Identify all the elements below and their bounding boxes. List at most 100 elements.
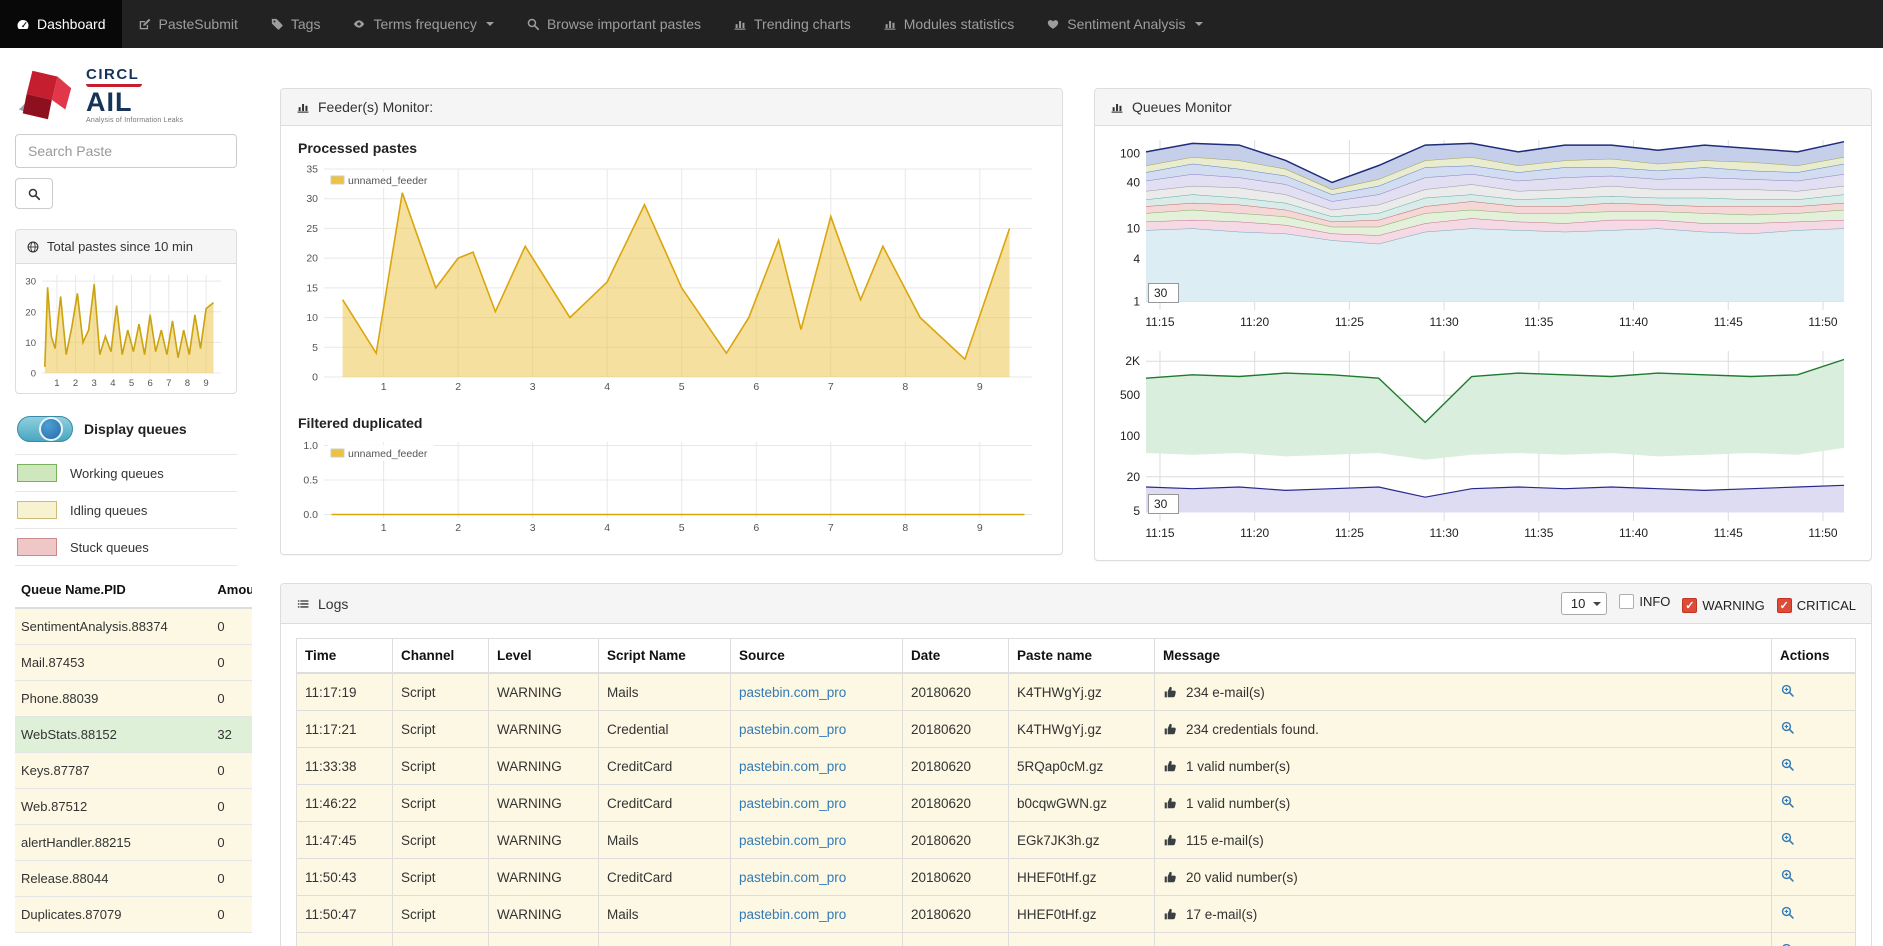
log-message-cell: 1 valid number(s) bbox=[1155, 748, 1772, 785]
log-date: 20180620 bbox=[903, 673, 1009, 711]
show-paste-button[interactable] bbox=[1780, 797, 1795, 812]
list-icon bbox=[296, 597, 310, 611]
log-level: WARNING bbox=[489, 933, 599, 946]
svg-text:9: 9 bbox=[977, 381, 983, 393]
processed-pastes-chart: 05101520253035123456789unnamed_feeder bbox=[296, 161, 1044, 399]
nav-item-label: Browse important pastes bbox=[547, 16, 701, 32]
show-paste-button[interactable] bbox=[1780, 686, 1795, 701]
log-level: WARNING bbox=[489, 859, 599, 896]
ail-logo[interactable]: CIRCL AIL Analysis of Information Leaks bbox=[15, 58, 237, 126]
svg-text:6: 6 bbox=[753, 381, 759, 393]
svg-text:3: 3 bbox=[530, 522, 536, 534]
svg-text:0.0: 0.0 bbox=[303, 509, 318, 521]
log-source: pastebin.com_pro bbox=[731, 933, 903, 946]
svg-text:11:20: 11:20 bbox=[1240, 526, 1269, 540]
svg-text:11:50: 11:50 bbox=[1808, 315, 1837, 329]
log-message-text: 20 valid number(s) bbox=[1186, 870, 1298, 885]
queue-name: Release.88044 bbox=[15, 861, 211, 897]
queue-name: Keys.87787 bbox=[15, 753, 211, 789]
queues-top-chart[interactable]: 10040104111:1511:2011:2511:3011:3511:401… bbox=[1110, 136, 1854, 334]
show-paste-button[interactable] bbox=[1780, 760, 1795, 775]
filter-label: CRITICAL bbox=[1797, 598, 1856, 613]
nav-item-dashboard[interactable]: Dashboard bbox=[0, 0, 122, 48]
bar-chart-icon bbox=[733, 17, 747, 31]
roll-period-input[interactable]: 30 bbox=[1148, 283, 1179, 303]
show-paste-button[interactable] bbox=[1780, 908, 1795, 923]
log-source-link[interactable]: pastebin.com_pro bbox=[739, 796, 846, 811]
log-source: pastebin.com_pro bbox=[731, 673, 903, 711]
svg-text:40: 40 bbox=[1127, 176, 1141, 190]
svg-text:1.0: 1.0 bbox=[303, 440, 318, 452]
queue-row: SentimentAnalysis.883740 bbox=[15, 608, 252, 645]
nav-item-browse-important-pastes[interactable]: Browse important pastes bbox=[510, 0, 717, 48]
queues-bottom-chart[interactable]: 2K50010020511:1511:2011:2511:3011:3511:4… bbox=[1110, 347, 1854, 545]
queue-row: WebStats.8815232 bbox=[15, 717, 252, 753]
log-message: 20 valid number(s) bbox=[1163, 870, 1763, 885]
log-date: 20180620 bbox=[903, 859, 1009, 896]
svg-text:11:30: 11:30 bbox=[1430, 526, 1459, 540]
log-actions bbox=[1772, 933, 1856, 946]
svg-text:11:25: 11:25 bbox=[1335, 526, 1364, 540]
show-paste-button[interactable] bbox=[1780, 871, 1795, 886]
nav-item-pastesubmit[interactable]: PasteSubmit bbox=[122, 0, 254, 48]
feeders-monitor-title: Feeder(s) Monitor: bbox=[318, 99, 433, 115]
logs-controls: 10 INFOWARNINGCRITICAL bbox=[1561, 592, 1856, 615]
log-message-text: 115 e-mail(s) bbox=[1186, 833, 1264, 848]
legend-label: Stuck queues bbox=[70, 540, 149, 555]
nav-item-tags[interactable]: Tags bbox=[254, 0, 337, 48]
checkbox-warning[interactable] bbox=[1682, 598, 1697, 613]
log-source-link[interactable]: pastebin.com_pro bbox=[739, 685, 846, 700]
log-source-link[interactable]: pastebin.com_pro bbox=[739, 907, 846, 922]
search-plus-icon bbox=[1780, 683, 1795, 698]
nav-item-trending-charts[interactable]: Trending charts bbox=[717, 0, 867, 48]
checkbox-info[interactable] bbox=[1619, 594, 1634, 609]
queues-chart-top-wrap: 10040104111:1511:2011:2511:3011:3511:401… bbox=[1110, 136, 1856, 337]
queue-amount: 0 bbox=[211, 789, 252, 825]
svg-text:5: 5 bbox=[312, 342, 318, 354]
svg-text:5: 5 bbox=[129, 378, 134, 388]
queue-amount: 0 bbox=[211, 897, 252, 933]
queue-amount: 0 bbox=[211, 861, 252, 897]
log-date: 20180620 bbox=[903, 896, 1009, 933]
nav-item-sentiment-analysis[interactable]: Sentiment Analysis bbox=[1030, 0, 1218, 48]
log-source-link[interactable]: pastebin.com_pro bbox=[739, 759, 846, 774]
filter-warning: WARNING bbox=[1682, 598, 1764, 613]
show-paste-button[interactable] bbox=[1780, 723, 1795, 738]
page-size-select[interactable]: 10 bbox=[1561, 592, 1607, 615]
show-paste-button[interactable] bbox=[1780, 834, 1795, 849]
display-queues-toggle[interactable] bbox=[17, 416, 73, 442]
queue-row: Phone.880390 bbox=[15, 681, 252, 717]
queue-name: Phone.88039 bbox=[15, 681, 211, 717]
log-source-link[interactable]: pastebin.com_pro bbox=[739, 833, 846, 848]
svg-text:3: 3 bbox=[530, 381, 536, 393]
nav-item-label: Modules statistics bbox=[904, 16, 1014, 32]
logs-col-time: Time bbox=[297, 639, 393, 674]
log-actions bbox=[1772, 748, 1856, 785]
page-size-value: 10 bbox=[1571, 596, 1585, 611]
logs-col-paste-name: Paste name bbox=[1009, 639, 1155, 674]
display-queues-row: Display queues bbox=[15, 412, 237, 455]
thumbs-up-icon bbox=[1163, 870, 1178, 885]
svg-text:35: 35 bbox=[306, 164, 318, 176]
log-source-link[interactable]: pastebin.com_pro bbox=[739, 722, 846, 737]
total-pastes-panel-header: Total pastes since 10 min bbox=[16, 230, 236, 264]
queue-row: Web.875120 bbox=[15, 789, 252, 825]
nav-item-modules-statistics[interactable]: Modules statistics bbox=[867, 0, 1030, 48]
svg-text:0.5: 0.5 bbox=[303, 475, 318, 487]
svg-text:4: 4 bbox=[604, 381, 610, 393]
logo-tagline: Analysis of Information Leaks bbox=[86, 117, 183, 124]
caret-down-icon bbox=[1195, 22, 1203, 30]
checkbox-critical[interactable] bbox=[1777, 598, 1792, 613]
nav-item-label: PasteSubmit bbox=[159, 16, 238, 32]
logs-title: Logs bbox=[318, 596, 348, 612]
log-source-link[interactable]: pastebin.com_pro bbox=[739, 870, 846, 885]
log-source: pastebin.com_pro bbox=[731, 748, 903, 785]
queue-legend: Working queuesIdling queuesStuck queues bbox=[15, 455, 237, 566]
queue-table-header-amount: Amount bbox=[211, 572, 252, 608]
roll-period-input[interactable]: 30 bbox=[1148, 494, 1179, 514]
search-button[interactable] bbox=[15, 178, 53, 209]
nav-item-terms-frequency[interactable]: Terms frequency bbox=[336, 0, 509, 48]
svg-text:20: 20 bbox=[1127, 470, 1141, 484]
queue-table-header-name: Queue Name.PID bbox=[15, 572, 211, 608]
search-paste-input[interactable] bbox=[15, 134, 237, 168]
